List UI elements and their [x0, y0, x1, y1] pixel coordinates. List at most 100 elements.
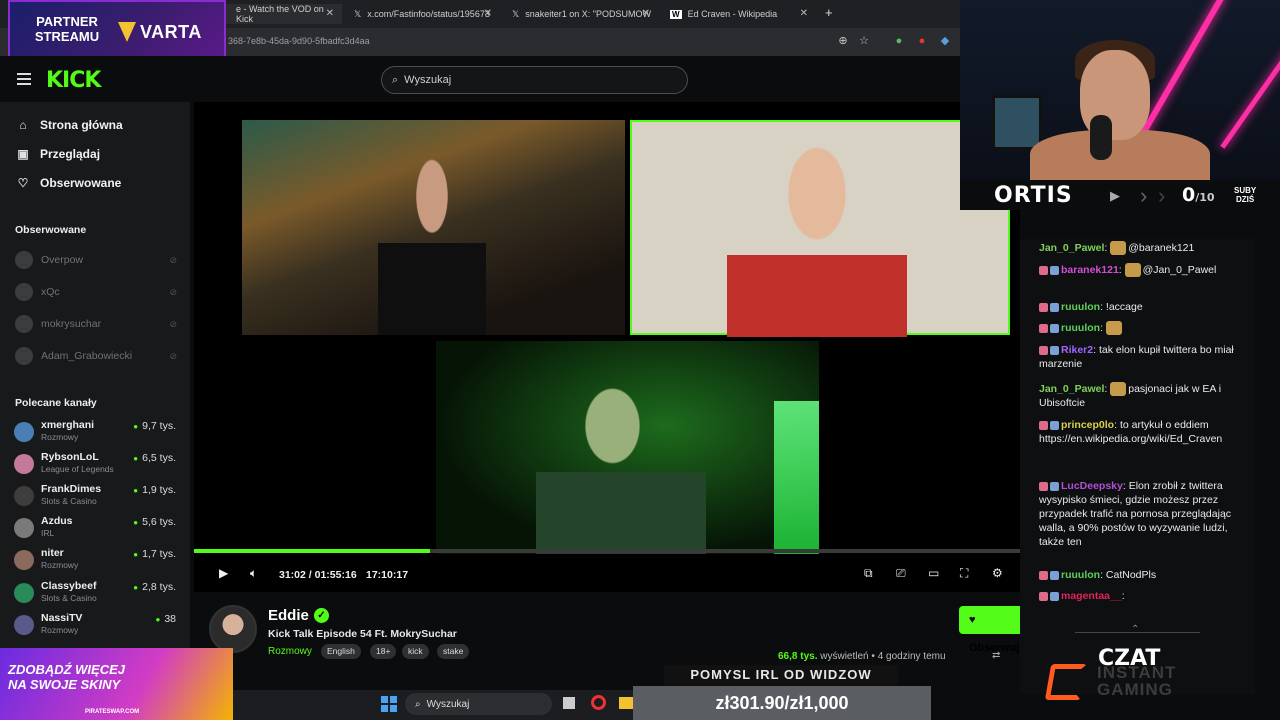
subs-label-line2: DZIŚ [1236, 195, 1255, 204]
current-time: 31:02 [279, 569, 306, 581]
chat-username[interactable]: ruuulon [1061, 301, 1100, 313]
microphone [1090, 115, 1112, 160]
play-icon[interactable]: ▶ [219, 566, 228, 580]
tab-label: snakeiter1 on X: "PODSUMOW [525, 9, 651, 19]
fullscreen-icon[interactable]: ⛶ [960, 566, 968, 581]
folder-icon[interactable] [619, 697, 633, 709]
volume-icon[interactable]: 🔈︎ [250, 566, 257, 581]
verified-badge-icon: ✓ [314, 608, 329, 623]
recommended-channel[interactable]: NassiTVRozmowy 38 [14, 612, 176, 640]
recommended-channel[interactable]: FrankDimesSlots & Casino 1,9 tys. [14, 483, 176, 511]
stream-category[interactable]: Rozmowy [268, 646, 312, 657]
channel-name: Overpow [41, 254, 84, 266]
extension-icon[interactable]: ● [892, 34, 906, 48]
subs-goal: /10 [1195, 191, 1215, 204]
recommended-channel[interactable]: RybsonLoLLeague of Legends 6,5 tys. [14, 451, 176, 479]
chat-message: Jan_0_Pawel: @baranek121 [1039, 241, 1244, 256]
kick-logo[interactable]: KICK [46, 68, 101, 93]
followed-channel[interactable]: xQc ⊘ [15, 283, 177, 301]
tab-x-fastinfoo[interactable]: 𝕏x.com/Fastinfoo/status/195673 ✕ [344, 4, 500, 24]
search-placeholder: Wyszukaj [404, 74, 452, 86]
followed-channel[interactable]: Adam_Grabowiecki ⊘ [15, 347, 177, 365]
recommended-channel[interactable]: xmerghaniRozmowy 9,7 tys. [14, 419, 176, 447]
close-icon[interactable]: ✕ [484, 8, 492, 19]
new-tab-icon[interactable]: + [825, 5, 833, 20]
tag-18plus[interactable]: 18+ [370, 644, 397, 659]
tag-kick[interactable]: kick [402, 644, 429, 659]
extension-icon[interactable]: ◆ [938, 34, 952, 48]
wikipedia-icon: W [670, 9, 682, 19]
tag-stake[interactable]: stake [437, 644, 470, 659]
settings-gear-icon[interactable]: ⚙ [992, 566, 1003, 580]
nav-following[interactable]: ♡ Obserwowane [16, 176, 122, 190]
channel-category: Rozmowy [41, 432, 79, 442]
url-text[interactable]: 368-7e8b-45da-9d90-5fbadfc3d4aa [228, 36, 370, 46]
close-icon[interactable]: ✕ [326, 8, 334, 19]
heart-icon: ♥ [969, 614, 976, 626]
chat-badge-icon [1039, 570, 1048, 580]
task-view-icon[interactable] [563, 697, 575, 709]
bookmark-star-icon[interactable]: ☆ [857, 34, 871, 48]
channel-name: FrankDimes [41, 483, 102, 495]
chat-badge-icon [1050, 591, 1059, 601]
varta-logo-icon [118, 22, 136, 42]
nav-browse[interactable]: ▣ Przeglądaj [16, 147, 100, 161]
search-input[interactable]: ⌕ Wyszukaj [381, 66, 688, 94]
seek-progress [194, 549, 431, 553]
tab-x-snakeiter[interactable]: 𝕏snakeiter1 on X: "PODSUMOW ✕ [502, 4, 658, 24]
close-icon[interactable]: ✕ [642, 8, 650, 19]
monitor [992, 95, 1042, 150]
avatar [14, 550, 34, 570]
opera-icon[interactable] [591, 695, 606, 710]
pip-icon[interactable]: ⧉ [864, 566, 873, 581]
chat-badge-icon [1050, 570, 1059, 580]
chat-username[interactable]: Jan_0_Pawel [1039, 383, 1104, 395]
recommended-channel[interactable]: ClassybeefSlots & Casino 2,8 tys. [14, 580, 176, 608]
viewer-count: 6,5 tys. [133, 452, 176, 464]
chat-username[interactable]: LucDeepsky [1061, 480, 1123, 492]
chat-username[interactable]: ruuulon [1061, 322, 1100, 334]
avatar [15, 347, 33, 365]
video-feed-guest-1 [242, 120, 625, 335]
tab-wikipedia[interactable]: W Ed Craven - Wikipedia ✕ [660, 4, 816, 24]
chat-username[interactable]: princep0lo [1061, 419, 1114, 431]
tab-kick-vod[interactable]: e - Watch the VOD on Kick ✕ [226, 4, 342, 24]
nav-home[interactable]: ⌂ Strona główna [16, 118, 123, 132]
recommended-channel[interactable]: niterRozmowy 1,7 tys. [14, 547, 176, 575]
followed-channel[interactable]: Overpow ⊘ [15, 251, 177, 269]
tag-english[interactable]: English [321, 644, 361, 659]
subs-current: 0 [1182, 184, 1196, 206]
zoom-icon[interactable]: ⊕ [836, 34, 850, 48]
chat-badge-icon [1039, 481, 1048, 491]
chat-username[interactable]: baranek121 [1061, 264, 1119, 276]
chat-message: ruuulon: CatNodPls [1039, 568, 1244, 582]
close-icon[interactable]: ✕ [800, 8, 808, 19]
chat-username[interactable]: magentaa__ [1061, 590, 1122, 602]
heart-icon: ♡ [17, 176, 29, 190]
streamer-avatar[interactable] [209, 605, 257, 653]
neon-light [1220, 31, 1280, 149]
share-icon[interactable]: ⇄ [992, 650, 1000, 661]
offline-icon: ⊘ [169, 350, 177, 361]
stream-title: Kick Talk Episode 54 Ft. MokrySuchar [268, 628, 457, 640]
windows-start-icon[interactable] [381, 696, 397, 712]
recommended-channel[interactable]: AzdusIRL 5,6 tys. [14, 515, 176, 543]
theater-mode-icon[interactable]: ▭ [928, 566, 939, 580]
seek-bar[interactable] [194, 549, 1020, 553]
instant-gaming-logo-icon [1044, 664, 1088, 700]
clip-icon[interactable]: ⎚ [896, 566, 906, 581]
streamer-name[interactable]: Eddie [268, 607, 309, 624]
follow-button[interactable]: ♥ Obserwuj [959, 606, 1021, 654]
taskbar-search-input[interactable]: ⌕ Wyszukaj [405, 693, 552, 715]
idea-goal-amount: zł301.90/zł1,000 [633, 686, 931, 720]
search-icon: ⌕ [415, 698, 421, 710]
menu-icon[interactable] [17, 73, 31, 85]
followed-channel[interactable]: mokrysuchar ⊘ [15, 315, 177, 333]
avatar [14, 454, 34, 474]
youtube-icon: ▶ [1110, 188, 1120, 203]
nav-label: Strona główna [40, 118, 123, 132]
chat-username[interactable]: Riker2 [1061, 344, 1093, 356]
chat-username[interactable]: Jan_0_Pawel [1039, 242, 1104, 254]
chat-username[interactable]: ruuulon [1061, 569, 1100, 581]
extension-icon[interactable]: ● [915, 34, 929, 48]
